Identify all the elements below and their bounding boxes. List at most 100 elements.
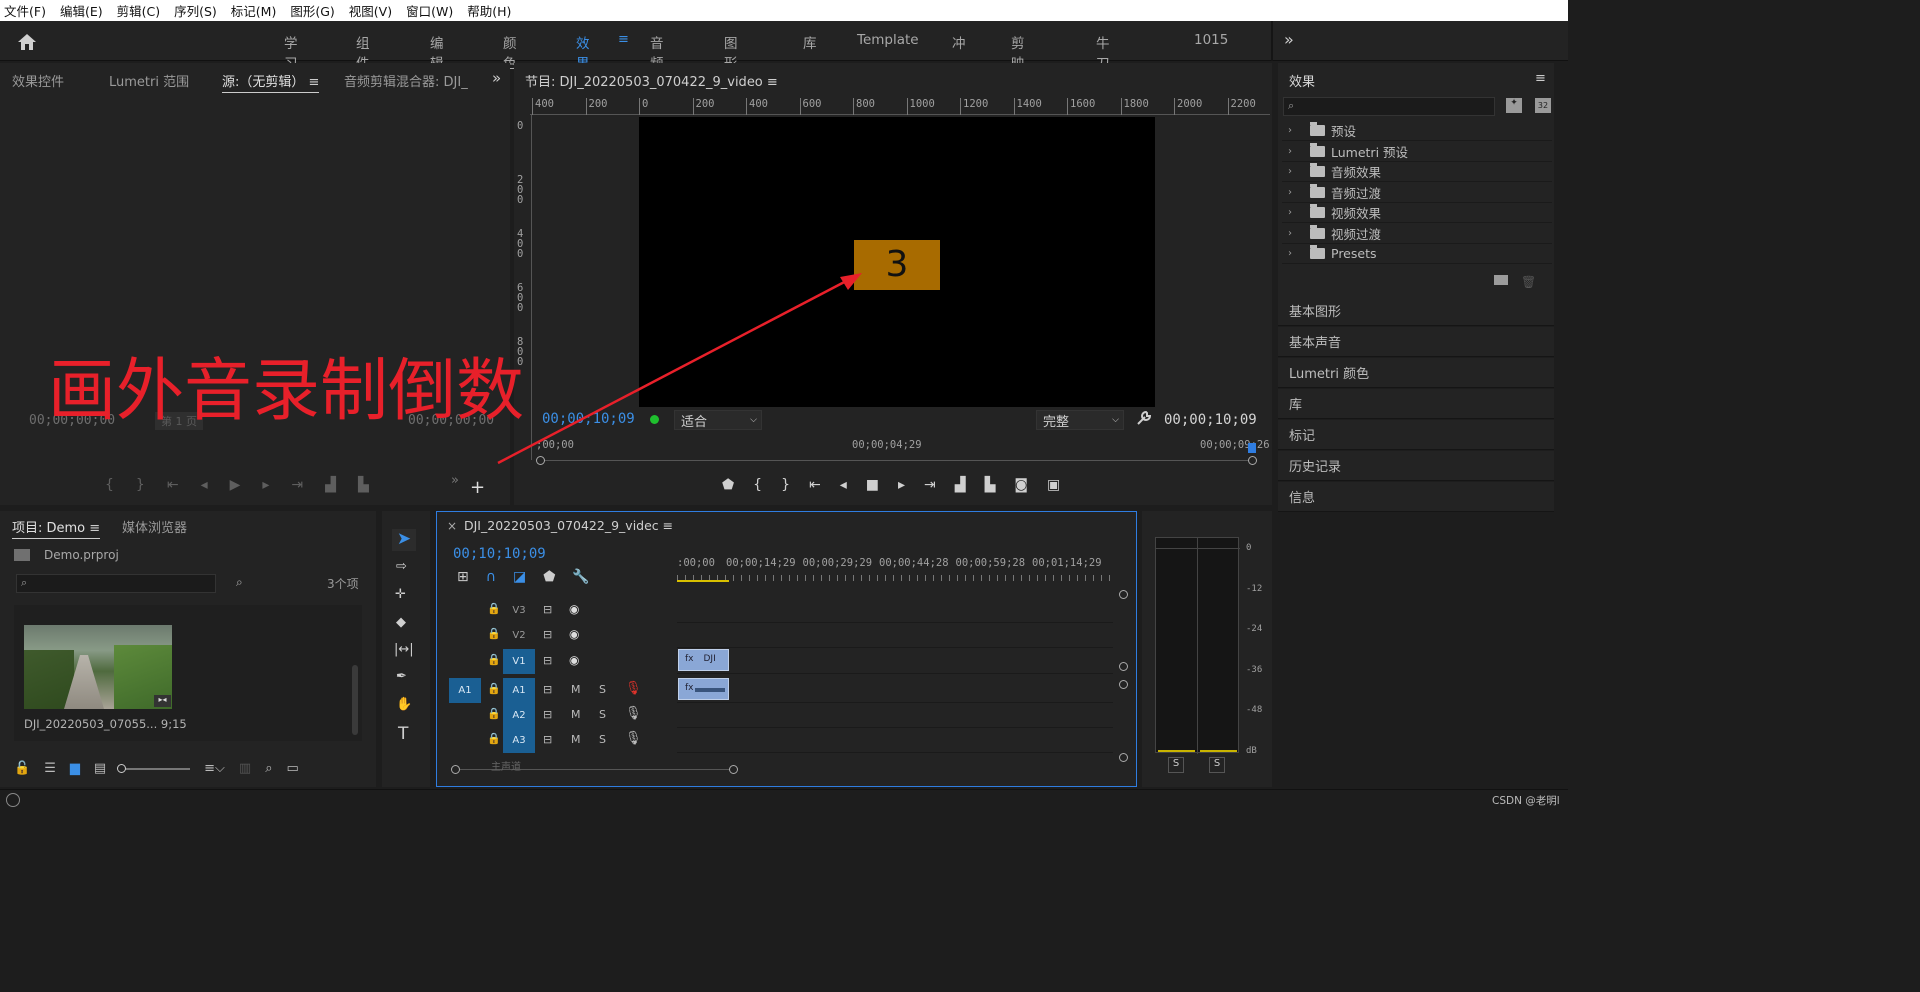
go-to-in-icon[interactable]: ⇤: [809, 477, 821, 493]
effects-search-input[interactable]: ⌕: [1283, 97, 1495, 116]
new-folder-icon[interactable]: [1494, 275, 1508, 285]
track-target[interactable]: A1: [503, 678, 535, 703]
sync-lock-icon[interactable]: ⊟: [543, 603, 552, 616]
audio-clip[interactable]: fx: [678, 678, 729, 700]
track-target[interactable]: V3: [503, 598, 535, 623]
quality-select[interactable]: 完整 ⌵: [1036, 410, 1124, 430]
effect-folder-item[interactable]: › Lumetri 预设: [1282, 142, 1552, 162]
go-to-out-icon[interactable]: ⇥: [924, 477, 936, 493]
step-back-icon[interactable]: ◂: [840, 477, 847, 493]
bin-scrollbar[interactable]: [352, 665, 358, 735]
solo-left-button[interactable]: S: [1168, 757, 1184, 773]
effect-folder-item[interactable]: › 音频效果: [1282, 162, 1552, 182]
clip-thumbnail[interactable]: ▸◂: [24, 625, 172, 709]
solo-button[interactable]: S: [599, 708, 606, 721]
sync-lock-icon[interactable]: ⊟: [543, 733, 552, 746]
menu-item[interactable]: 窗口(W): [406, 1, 453, 20]
solo-button[interactable]: S: [599, 733, 606, 746]
workspace-tab[interactable]: Template: [857, 32, 919, 48]
panel-section-header[interactable]: 历史记录: [1278, 451, 1554, 481]
mark-out-icon[interactable]: }: [781, 477, 790, 493]
audio-scroll-top[interactable]: [1119, 680, 1128, 689]
mute-button[interactable]: M: [571, 733, 581, 746]
menu-item[interactable]: 编辑(E): [60, 1, 103, 20]
wrench-icon[interactable]: [1136, 410, 1152, 430]
home-icon[interactable]: [17, 33, 37, 55]
extract-icon[interactable]: ▙: [985, 477, 996, 493]
workspace-tab[interactable]: 冲: [952, 32, 966, 52]
compare-icon[interactable]: ▣: [1047, 477, 1060, 493]
menu-item[interactable]: 图形(G): [290, 1, 334, 20]
track-target[interactable]: V2: [503, 623, 535, 648]
menu-item[interactable]: 剪辑(C): [117, 1, 160, 20]
step-back-icon[interactable]: ◂: [201, 477, 208, 493]
track-target[interactable]: A2: [503, 703, 535, 728]
effect-folder-item[interactable]: › 视频效果: [1282, 203, 1552, 223]
go-to-in-icon[interactable]: ⇤: [167, 477, 179, 493]
solo-right-button[interactable]: S: [1209, 757, 1225, 773]
find-icon[interactable]: ⌕: [236, 575, 243, 590]
timeline-ruler[interactable]: :00;00 00;00;14;29 00;00;29;29 00;00;44;28…: [677, 556, 1117, 582]
program-title[interactable]: 节目: DJI_20220503_070422_9_video ≡: [525, 71, 778, 90]
mark-out-icon[interactable]: }: [136, 477, 145, 493]
sync-lock-icon[interactable]: ⊟: [543, 708, 552, 721]
workspace-menu-icon[interactable]: ≡: [618, 32, 629, 47]
menu-item[interactable]: 序列(S): [174, 1, 217, 20]
find-icon[interactable]: ⌕: [265, 761, 272, 776]
razor-tool-icon[interactable]: ◆: [396, 615, 406, 630]
audio-scroll-bottom[interactable]: [1119, 753, 1128, 762]
microphone-icon[interactable]: 🎙: [625, 706, 642, 721]
selection-tool-icon[interactable]: ➤: [392, 529, 416, 551]
nest-icon[interactable]: ⊞: [457, 569, 469, 585]
sync-lock-icon[interactable]: ⊟: [543, 628, 552, 641]
tab-media-browser[interactable]: 媒体浏览器: [122, 517, 187, 536]
mute-button[interactable]: M: [571, 683, 581, 696]
new-bin-icon[interactable]: ▭: [286, 761, 298, 776]
track-target[interactable]: A3: [503, 728, 535, 753]
lock-icon[interactable]: 🔒: [487, 732, 501, 745]
effect-folder-item[interactable]: › 预设: [1282, 121, 1552, 141]
solo-button[interactable]: S: [599, 683, 606, 696]
lock-icon[interactable]: 🔒: [487, 682, 501, 695]
list-view-icon[interactable]: ☰: [44, 761, 56, 776]
delete-icon[interactable]: 🗑: [1521, 275, 1536, 289]
32bit-effects-icon[interactable]: 32: [1535, 98, 1551, 113]
workspace-tab[interactable]: 库: [803, 32, 817, 52]
panel-menu-icon[interactable]: ≡: [1535, 71, 1546, 86]
panel-section-header[interactable]: 标记: [1278, 420, 1554, 450]
project-search-input[interactable]: ⌕: [16, 574, 216, 593]
go-to-out-icon[interactable]: ⇥: [291, 477, 303, 493]
video-clip[interactable]: fx DJI: [678, 649, 729, 671]
effect-folder-item[interactable]: › 视频过渡: [1282, 224, 1552, 244]
linked-selection-icon[interactable]: ◪: [513, 569, 526, 585]
microphone-icon[interactable]: 🎙: [625, 731, 642, 746]
panel-section-header[interactable]: 基本图形: [1278, 296, 1554, 326]
panel-overflow-icon[interactable]: »: [492, 69, 501, 87]
step-forward-icon[interactable]: ▸: [262, 477, 269, 493]
track-select-tool-icon[interactable]: ⇨: [396, 559, 407, 574]
add-marker-icon[interactable]: ⬟: [543, 569, 555, 585]
eye-icon[interactable]: ◉: [569, 602, 579, 616]
source-patch[interactable]: A1: [449, 678, 481, 703]
camera-icon[interactable]: ◙: [1014, 477, 1028, 493]
video-scroll-top[interactable]: [1119, 590, 1128, 599]
mark-in-icon[interactable]: {: [105, 477, 114, 493]
panel-section-header[interactable]: 基本声音: [1278, 327, 1554, 357]
playhead-icon[interactable]: [1248, 443, 1256, 453]
menu-item[interactable]: 帮助(H): [467, 1, 511, 20]
ripple-edit-tool-icon[interactable]: ✛: [395, 587, 406, 602]
lock-icon[interactable]: 🔒: [487, 707, 501, 720]
sync-lock-icon[interactable]: ⊟: [543, 683, 552, 696]
play-icon[interactable]: ▶: [230, 477, 241, 493]
sequence-tab[interactable]: DJI_20220503_070422_9_videc ≡: [464, 518, 673, 533]
tab-lumetri-scopes[interactable]: Lumetri 范围: [109, 71, 189, 90]
menu-item[interactable]: 文件(F): [4, 1, 46, 20]
more-workspaces-icon[interactable]: »: [1284, 30, 1294, 49]
hand-tool-icon[interactable]: ✋: [396, 697, 412, 712]
pen-tool-icon[interactable]: ✒: [396, 669, 407, 684]
stop-icon[interactable]: ■: [866, 477, 879, 493]
step-forward-icon[interactable]: ▸: [898, 477, 905, 493]
panel-section-header[interactable]: Lumetri 颜色: [1278, 358, 1554, 388]
eye-icon[interactable]: ◉: [569, 627, 579, 641]
lock-icon[interactable]: 🔒: [487, 627, 501, 640]
